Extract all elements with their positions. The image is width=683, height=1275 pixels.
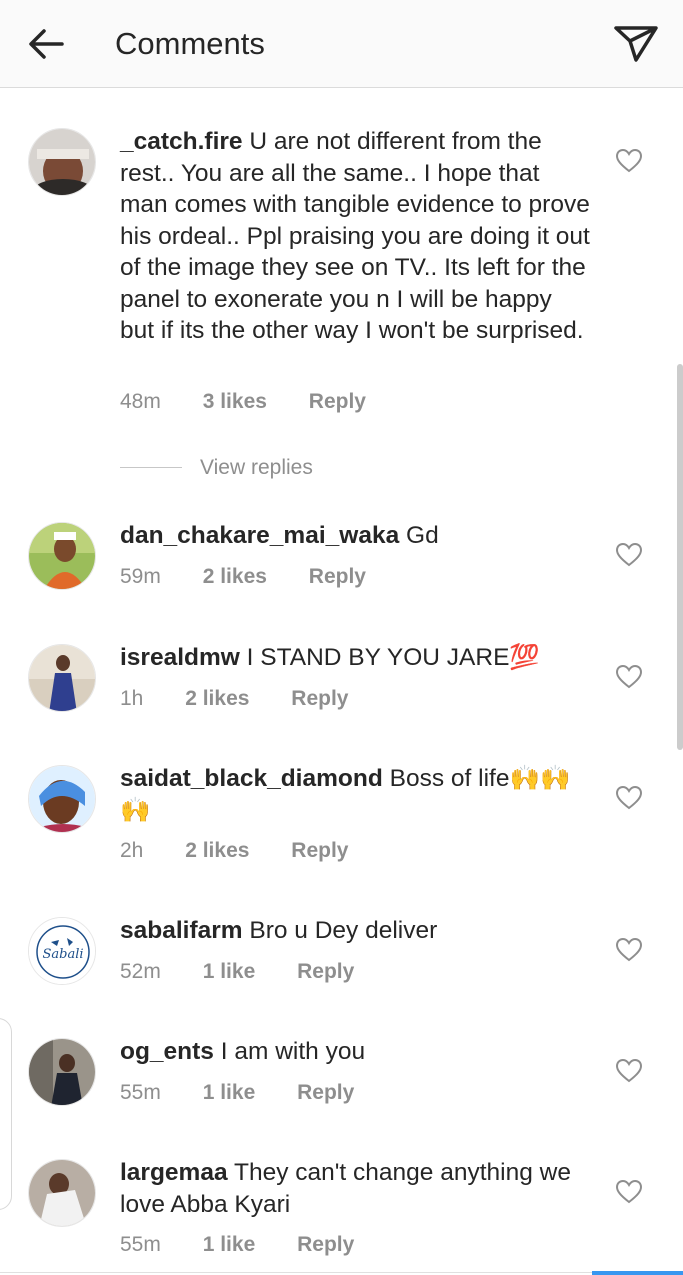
- bottom-accent-bar: [592, 1271, 683, 1275]
- comment-time: 52m: [120, 960, 161, 983]
- scrollbar[interactable]: [677, 364, 683, 750]
- edge-panel-handle[interactable]: [0, 1018, 12, 1210]
- heart-icon[interactable]: [615, 1058, 643, 1084]
- reply-button[interactable]: Reply: [297, 1232, 354, 1258]
- reply-button[interactable]: Reply: [297, 959, 354, 985]
- divider: [120, 467, 182, 468]
- view-replies-button[interactable]: View replies: [120, 455, 380, 481]
- comment-meta: 55m 1 like Reply: [120, 1080, 390, 1106]
- avatar[interactable]: [28, 1038, 96, 1106]
- comment-username[interactable]: _catch.fire: [120, 128, 243, 155]
- comment-text: og_ents I am with you: [120, 1036, 590, 1068]
- comment-username[interactable]: largemaa: [120, 1159, 228, 1186]
- heart-icon[interactable]: [615, 937, 643, 963]
- comment-meta: 59m 2 likes Reply: [120, 564, 402, 590]
- comment-time: 55m: [120, 1233, 161, 1256]
- avatar[interactable]: Sabali: [28, 917, 96, 985]
- comment-text: _catch.fire U are not different from the…: [120, 126, 590, 347]
- comment-text: isrealdmw I STAND BY YOU JARE💯: [120, 642, 590, 674]
- comment-meta: 1h 2 likes Reply: [120, 686, 384, 712]
- comment-body: U are not different from the rest.. You …: [120, 128, 590, 344]
- back-button[interactable]: [24, 24, 68, 64]
- view-replies-label: View replies: [200, 456, 313, 479]
- avatar[interactable]: [28, 1159, 96, 1227]
- reply-button[interactable]: Reply: [309, 389, 366, 415]
- reply-button[interactable]: Reply: [297, 1080, 354, 1106]
- comment-body: I STAND BY YOU JARE💯: [246, 644, 540, 671]
- heart-icon[interactable]: [615, 785, 643, 811]
- reply-button[interactable]: Reply: [291, 686, 348, 712]
- comment-username[interactable]: isrealdmw: [120, 644, 240, 671]
- comment-meta: 52m 1 like Reply: [120, 959, 390, 985]
- comment-body: Gd: [406, 522, 439, 549]
- heart-icon[interactable]: [615, 148, 643, 174]
- comment-time: 55m: [120, 1081, 161, 1104]
- comment-time: 48m: [120, 390, 161, 413]
- comment-username[interactable]: dan_chakare_mai_waka: [120, 522, 399, 549]
- comment-likes[interactable]: 1 like: [203, 1232, 256, 1258]
- heart-icon[interactable]: [615, 664, 643, 690]
- paper-plane-icon: [614, 26, 658, 62]
- avatar-logo-text: Sabali: [42, 947, 83, 962]
- page-title: Comments: [115, 26, 265, 61]
- comment-text: sabalifarm Bro u Dey deliver: [120, 915, 590, 947]
- comment-likes[interactable]: 2 likes: [203, 564, 267, 590]
- comment-meta: 48m 3 likes Reply: [120, 389, 402, 415]
- comment-body: Bro u Dey deliver: [249, 917, 438, 944]
- avatar[interactable]: [28, 644, 96, 712]
- reply-button[interactable]: Reply: [291, 838, 348, 864]
- comment-time: 2h: [120, 839, 144, 862]
- comment-text: saidat_black_diamond Boss of life🙌🙌🙌: [120, 763, 590, 826]
- comment-username[interactable]: sabalifarm: [120, 917, 243, 944]
- share-button[interactable]: [608, 20, 662, 68]
- divider: [0, 1272, 683, 1273]
- avatar[interactable]: [28, 128, 96, 196]
- comment-text: largemaa They can't change anything we l…: [120, 1157, 590, 1220]
- avatar[interactable]: [28, 522, 96, 590]
- comment-meta: 55m 1 like Reply: [120, 1232, 390, 1258]
- comment-body: I am with you: [220, 1038, 366, 1065]
- comment-username[interactable]: og_ents: [120, 1038, 214, 1065]
- reply-button[interactable]: Reply: [309, 564, 366, 590]
- comment-likes[interactable]: 2 likes: [185, 686, 249, 712]
- top-bar: Comments: [0, 0, 683, 88]
- comment-meta: 2h 2 likes Reply: [120, 838, 384, 864]
- comment-likes[interactable]: 2 likes: [185, 838, 249, 864]
- arrow-left-icon: [29, 29, 64, 59]
- comment-text: dan_chakare_mai_waka Gd: [120, 520, 590, 552]
- avatar[interactable]: [28, 765, 96, 833]
- comment-time: 59m: [120, 565, 161, 588]
- comment-likes[interactable]: 1 like: [203, 959, 256, 985]
- comment-username[interactable]: saidat_black_diamond: [120, 765, 383, 792]
- comment-likes[interactable]: 3 likes: [203, 389, 267, 415]
- heart-icon[interactable]: [615, 1179, 643, 1205]
- comment-likes[interactable]: 1 like: [203, 1080, 256, 1106]
- heart-icon[interactable]: [615, 542, 643, 568]
- comment-time: 1h: [120, 687, 144, 710]
